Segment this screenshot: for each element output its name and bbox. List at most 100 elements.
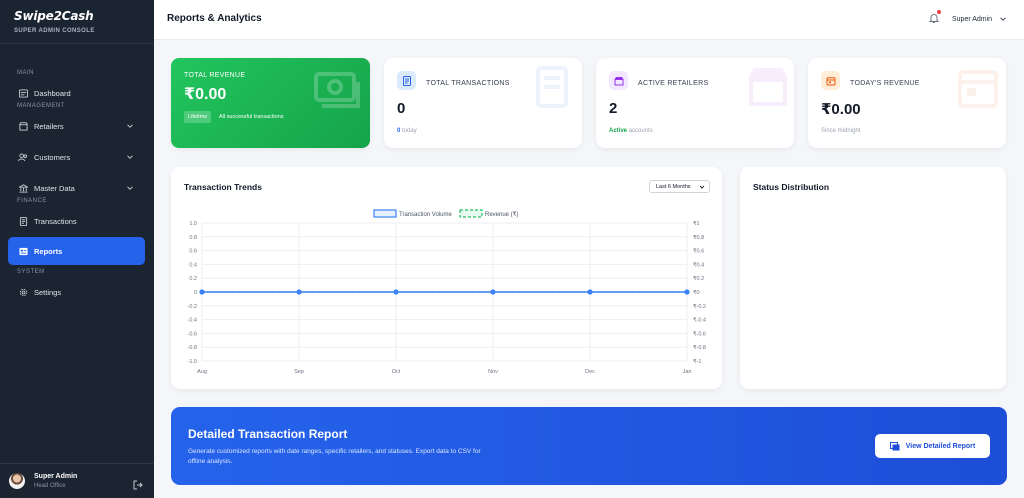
data-point [296, 289, 302, 295]
y2-tick-label: ₹0.4 [693, 261, 704, 268]
chevron-down-icon[interactable] [126, 153, 134, 161]
y-tick-label: 0 [194, 290, 197, 296]
y-tick-label: -1.0 [188, 359, 197, 365]
sidebar-item-label: Dashboard [34, 88, 71, 98]
calendar-icon [821, 71, 840, 90]
y-tick-label: 1.0 [189, 221, 197, 227]
sidebar-item-dashboard[interactable]: Dashboard [0, 79, 154, 107]
sidebar: Swipe2Cash SUPER ADMIN CONSOLE MAIN Dash… [0, 0, 154, 498]
legend-swatch-revenue [459, 209, 483, 218]
sidebar-item-label: Reports [34, 246, 63, 256]
dashboard-icon [18, 88, 28, 98]
chevron-down-icon[interactable] [126, 122, 134, 130]
y-tick-label: 0.8 [189, 235, 197, 241]
y-tick-label: -0.6 [188, 331, 197, 337]
legend-swatch-volume [373, 209, 397, 218]
x-tick-label: Oct [392, 369, 401, 375]
sidebar-item-label: Transactions [34, 216, 77, 226]
chevron-down-icon[interactable] [126, 184, 134, 192]
y-tick-label: -0.4 [188, 318, 197, 324]
total-transactions-label: TOTAL TRANSACTIONS [426, 80, 510, 87]
accounts-label: accounts [628, 128, 653, 134]
data-point [490, 289, 496, 295]
y-tick-label: -0.8 [188, 345, 197, 351]
y2-tick-label: ₹1 [693, 220, 700, 227]
trend-chart: 1.0 ₹1 0.8 ₹0.8 0.6 ₹0.6 0.4 ₹0.4 0.2 ₹0.2 0 ₹0 -0.2… [188, 209, 706, 375]
data-point [199, 289, 205, 295]
sidebar-item-label: Customers [34, 152, 71, 162]
y2-tick-label: ₹-0.4 [693, 317, 706, 324]
todays-revenue-card: TODAY'S REVENUE ₹0.00 Since midnight [808, 58, 1006, 148]
sidebar-item-transactions[interactable]: Transactions [0, 207, 154, 235]
total-revenue-value: ₹0.00 [184, 86, 227, 103]
chevron-down-icon [1000, 17, 1006, 21]
sidebar-item-retailers[interactable]: Retailers [0, 112, 154, 140]
x-tick-label: Jan [683, 369, 692, 375]
logout-icon[interactable] [133, 480, 143, 490]
receipt-icon [18, 216, 28, 226]
brand-logo[interactable]: Swipe2Cash [14, 9, 140, 23]
x-tick-label: Nov [488, 369, 498, 375]
total-revenue-label: TOTAL REVENUE [184, 72, 246, 79]
users-icon [18, 152, 28, 162]
transaction-trends-card: Transaction Trends Last 6 Months 1.0 ₹1 0.… [171, 167, 722, 389]
total-revenue-note: All successful transactions [219, 114, 284, 120]
user-role: Head Office [34, 483, 66, 489]
sidebar-nav: MAIN Dashboard MANAGEMENT Retailers Cust… [0, 44, 154, 306]
sidebar-user[interactable]: Super Admin Head Office [0, 463, 154, 498]
today-label: today [402, 128, 417, 134]
total-transactions-sub: 0 today [397, 128, 417, 134]
y-tick-label: 0.4 [189, 262, 197, 268]
x-tick-label: Aug [197, 369, 207, 375]
money-icon [314, 72, 360, 108]
todays-revenue-label: TODAY'S REVENUE [850, 80, 920, 87]
sidebar-item-master-data[interactable]: Master Data [0, 174, 154, 202]
report-icon [889, 441, 900, 450]
active-retailers-card: ACTIVE RETAILERS 2 Active accounts [596, 58, 794, 148]
data-point [684, 289, 690, 295]
total-revenue-card: TOTAL REVENUE ₹0.00 Lifetime All success… [171, 58, 370, 148]
x-tick-label: Dec [585, 369, 595, 375]
avatar [9, 473, 25, 489]
todays-revenue-sub: Since midnight [821, 128, 861, 134]
sidebar-item-label: Settings [34, 287, 62, 297]
store-icon [609, 71, 628, 90]
active-label: Active [609, 128, 628, 134]
y2-tick-label: ₹0.2 [693, 275, 704, 282]
banner-title: Detailed Transaction Report [188, 427, 348, 441]
y2-tick-label: ₹0.8 [693, 234, 704, 241]
y2-tick-label: ₹-0.2 [693, 303, 706, 310]
bank-icon [18, 183, 28, 193]
calendar-watermark-icon [958, 70, 998, 108]
data-point [587, 289, 593, 295]
data-point [393, 289, 399, 295]
detailed-report-banner: Detailed Transaction Report Generate cus… [171, 407, 1007, 485]
sidebar-item-reports[interactable]: Reports [8, 237, 145, 265]
sidebar-item-label: Master Data [34, 183, 75, 193]
y2-tick-label: ₹0.6 [693, 248, 704, 255]
status-title: Status Distribution [753, 182, 830, 192]
report-icon [18, 246, 28, 256]
banner-description: Generate customized reports with date ra… [188, 448, 481, 465]
nav-section-system: SYSTEM [17, 269, 45, 275]
notification-dot [937, 10, 941, 14]
y-tick-label: 0.6 [189, 249, 197, 255]
y2-tick-label: ₹-0.8 [693, 344, 706, 351]
y2-tick-label: ₹-0.6 [693, 330, 706, 337]
status-distribution-card: Status Distribution [740, 167, 1006, 389]
receipt-icon [397, 71, 416, 90]
button-label: View Detailed Report [905, 442, 976, 450]
store-icon [18, 121, 28, 131]
sidebar-item-customers[interactable]: Customers [0, 143, 154, 171]
nav-section-main: MAIN [17, 70, 34, 76]
y-tick-label: 0.2 [189, 276, 197, 282]
x-tick-label: Sep [294, 369, 304, 375]
user-menu[interactable]: Super Admin [952, 15, 1007, 23]
notification-bell[interactable] [928, 10, 941, 23]
brand-subtitle: SUPER ADMIN CONSOLE [14, 28, 95, 34]
top-header: Reports & Analytics Super Admin [154, 0, 1024, 40]
sidebar-item-settings[interactable]: Settings [0, 278, 154, 306]
legend-label-volume: Transaction Volume [399, 212, 452, 218]
today-count: 0 [397, 128, 401, 134]
view-detailed-report-button[interactable]: View Detailed Report [875, 434, 990, 458]
